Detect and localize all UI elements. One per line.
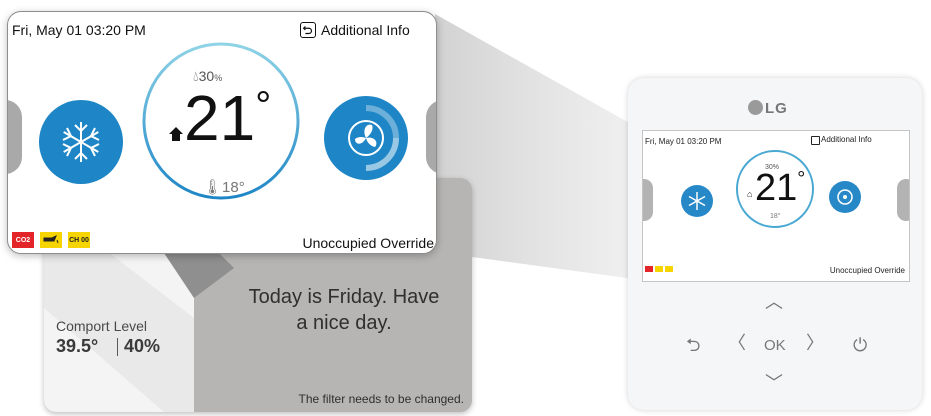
additional-info-label: Additional Info: [321, 22, 410, 38]
back-arrow-icon: [300, 22, 316, 38]
device-home-icon: ⌂: [747, 189, 753, 199]
ch-badge: CH 00: [68, 232, 90, 248]
comfort-temperature: 39.5°: [56, 336, 99, 356]
device-set-temperature: 18°: [770, 213, 781, 220]
device-fan-button[interactable]: [829, 181, 861, 213]
oil-can-icon: [43, 235, 59, 244]
chevron-up-icon[interactable]: ︿: [765, 293, 783, 311]
chevron-down-icon[interactable]: ﹀: [765, 374, 783, 392]
additional-info-button[interactable]: Additional Info: [300, 20, 410, 40]
comfort-level-label: Comport Level: [56, 318, 148, 334]
brand-logo: LG: [765, 100, 788, 117]
comfort-humidity: 40%: [124, 336, 161, 356]
unoccupied-override-label: Unoccupied Override: [302, 235, 434, 251]
device-temperature: 21°: [755, 169, 805, 207]
greeting-line-1: Today is Friday. Have: [248, 286, 440, 308]
degree-symbol: °: [255, 84, 272, 128]
device-info-label[interactable]: Additional Info: [821, 135, 872, 144]
fan-speed-button[interactable]: [324, 96, 408, 180]
device-override-label: Unoccupied Override: [829, 266, 905, 275]
zoomed-thermostat-screen: Fri, May 01 03:20 PM Additional Info 💧︎3…: [7, 11, 437, 254]
date-time: Fri, May 01 03:20 PM: [12, 22, 146, 38]
greeting-message: Today is Friday. Have a nice day.: [224, 284, 464, 336]
device-date-time: Fri, May 01 03:20 PM: [645, 137, 722, 146]
comfort-divider: [117, 338, 118, 356]
device-ch-badge: [665, 266, 673, 272]
home-icon: [169, 127, 183, 141]
device-snowflake-icon: [688, 192, 706, 210]
lg-controller-device: LG Fri, May 01 03:20 PM Additional Info …: [628, 78, 922, 410]
device-status-badges: [645, 266, 673, 272]
temperature-value: 21: [184, 82, 256, 154]
device-prev-handle[interactable]: [643, 179, 653, 221]
device-back-icon: [811, 136, 820, 145]
device-screen: Fri, May 01 03:20 PM Additional Info 30%…: [642, 130, 910, 282]
device-next-handle[interactable]: [897, 179, 909, 221]
device-fan-icon: [837, 189, 853, 205]
filter-message: The filter needs to be changed.: [298, 392, 464, 406]
co2-badge: CO2: [12, 232, 34, 248]
ok-button[interactable]: OK: [764, 338, 786, 353]
snowflake-icon: [62, 122, 100, 162]
device-temperature-value: 21: [755, 167, 798, 209]
device-cooling-button[interactable]: [681, 185, 713, 217]
greeting-line-2: a nice day.: [296, 312, 392, 334]
cooling-mode-button[interactable]: [39, 100, 123, 184]
power-icon[interactable]: ⏻: [853, 336, 867, 354]
next-page-handle[interactable]: [426, 100, 436, 174]
oil-badge: [40, 232, 62, 248]
device-degree: °: [797, 168, 806, 190]
chevron-right-icon[interactable]: 〉: [806, 334, 824, 352]
chevron-left-icon[interactable]: 〈: [728, 334, 746, 352]
fan-icon: [348, 105, 399, 171]
set-temperature: 🌡︎18°: [203, 178, 245, 196]
set-temperature-value: 18°: [222, 179, 245, 196]
thermometer-icon: 🌡︎: [203, 179, 223, 196]
status-badges: CO2 CH 00: [12, 232, 90, 248]
back-icon[interactable]: ⮌: [686, 336, 700, 354]
device-oil-badge: [655, 266, 663, 272]
lg-logo-icon: [748, 100, 763, 115]
previous-page-handle[interactable]: [8, 100, 22, 174]
device-co2-badge: [645, 266, 653, 272]
current-temperature: 21°: [184, 86, 271, 150]
